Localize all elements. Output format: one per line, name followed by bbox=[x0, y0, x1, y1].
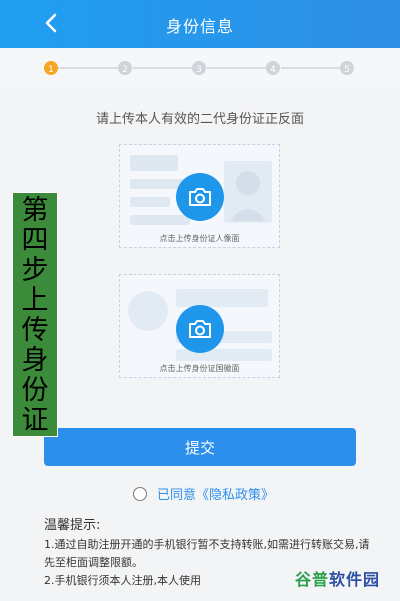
step-overlay-char: 步 bbox=[21, 254, 49, 285]
upload-portrait-label: 点击上传身份证人像面 bbox=[159, 234, 240, 243]
step-overlay-char: 证 bbox=[21, 404, 49, 435]
svg-text:4: 4 bbox=[270, 65, 276, 75]
upload-instruction: 请上传本人有效的二代身份证正反面 bbox=[95, 112, 304, 127]
watermark-part-2: 软件园 bbox=[328, 570, 380, 589]
step-overlay-char: 传 bbox=[21, 314, 49, 345]
step-overlay-char: 四 bbox=[21, 224, 49, 255]
privacy-policy-link[interactable]: 已同意《隐私政策》 bbox=[157, 484, 274, 503]
step-overlay-label: 第四步上传身份证 bbox=[12, 192, 58, 437]
step-overlay-char: 第 bbox=[21, 194, 49, 225]
step-3: 3 bbox=[192, 61, 206, 75]
upload-emblem-button[interactable] bbox=[176, 305, 224, 353]
upload-emblem-label: 点击上传身份证国徽面 bbox=[159, 364, 240, 373]
watermark: 谷普软件园 bbox=[295, 566, 380, 590]
svg-text:2: 2 bbox=[122, 65, 128, 75]
agreement-radio[interactable] bbox=[133, 486, 147, 501]
camera-icon bbox=[189, 320, 211, 338]
watermark-part-1: 谷普 bbox=[294, 570, 329, 589]
privacy-agreement[interactable]: 已同意《隐私政策》 bbox=[133, 484, 274, 503]
step-overlay-char: 身 bbox=[21, 344, 49, 375]
upload-portrait-button[interactable] bbox=[176, 173, 224, 221]
main-content: 请上传本人有效的二代身份证正反面 点击上传身份证人像面 点击上传身份证国徽面 提… bbox=[0, 88, 400, 601]
svg-text:1: 1 bbox=[48, 65, 54, 75]
step-overlay-char: 上 bbox=[21, 284, 49, 315]
step-indicator: 1 2 3 4 5 bbox=[0, 48, 400, 88]
tips-title: 温馨提示: bbox=[44, 518, 101, 533]
header-bar: 身份信息 bbox=[0, 0, 400, 48]
step-1: 1 bbox=[44, 61, 58, 75]
step-4: 4 bbox=[266, 61, 280, 75]
step-overlay-char: 份 bbox=[21, 374, 49, 405]
step-5: 5 bbox=[340, 61, 354, 75]
upload-emblem-card[interactable]: 点击上传身份证国徽面 bbox=[119, 274, 280, 378]
page-title: 身份信息 bbox=[165, 17, 234, 36]
svg-text:3: 3 bbox=[196, 65, 202, 75]
upload-portrait-card[interactable]: 点击上传身份证人像面 bbox=[119, 144, 280, 248]
step-2: 2 bbox=[118, 61, 132, 75]
svg-text:5: 5 bbox=[344, 65, 350, 75]
camera-icon bbox=[189, 188, 211, 206]
submit-button[interactable]: 提交 bbox=[44, 428, 356, 466]
